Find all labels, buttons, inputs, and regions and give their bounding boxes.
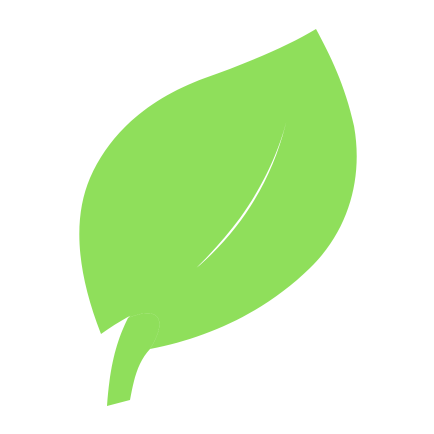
leaf-stem <box>107 313 160 406</box>
leaf-blade <box>79 29 357 349</box>
leaf-icon <box>79 29 357 406</box>
icon-canvas <box>0 0 434 434</box>
